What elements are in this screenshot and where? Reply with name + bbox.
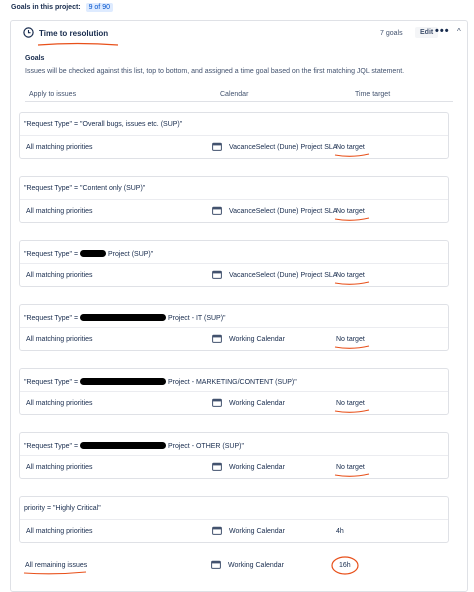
- time-target: No target: [336, 272, 365, 279]
- rule-jql: "Request Type" = "Content only (SUP)": [24, 185, 146, 192]
- calendar-icon: [212, 270, 222, 279]
- target-underline-annotation: [334, 281, 370, 285]
- more-actions-button[interactable]: •••: [435, 25, 450, 37]
- goal-rule[interactable]: priority = "Highly Critical" All matchin…: [19, 496, 449, 543]
- rule-target-row: All matching priorities Working Calendar…: [20, 519, 448, 542]
- goals-description: Issues will be checked against this list…: [25, 68, 405, 75]
- calendar-name: Working Calendar: [229, 464, 285, 471]
- calendar-name: Working Calendar: [229, 400, 285, 407]
- goal-rule[interactable]: "Request Type" = Project (SUP)" All matc…: [19, 240, 449, 287]
- rule-jql: "Request Type" = Project - IT (SUP)": [24, 314, 226, 322]
- goal-rule[interactable]: "Request Type" = "Content only (SUP)" Al…: [19, 176, 449, 223]
- rule-target-row: All matching priorities VacanceSelect (D…: [20, 135, 448, 158]
- rule-target-row: All matching priorities Working Calendar…: [20, 327, 448, 350]
- collapse-chevron-icon[interactable]: ^: [457, 27, 461, 36]
- calendar-icon: [212, 206, 222, 215]
- time-target: No target: [336, 400, 365, 407]
- calendar-name: Working Calendar: [229, 528, 285, 535]
- rule-jql: "Request Type" = Project - MARKETING/CON…: [24, 378, 297, 386]
- goal-rule[interactable]: "Request Type" = Project - IT (SUP)" All…: [19, 304, 449, 351]
- apply-to-issues: All matching priorities: [26, 464, 93, 471]
- clock-icon: [23, 27, 34, 38]
- rule-jql: "Request Type" = Project - OTHER (SUP)": [24, 442, 244, 450]
- panel-title: Time to resolution: [39, 29, 109, 38]
- project-goals-summary: Goals in this project: 9 of 90: [11, 3, 113, 12]
- rule-jql: priority = "Highly Critical": [24, 505, 101, 512]
- time-target: No target: [336, 208, 365, 215]
- apply-to-issues: All matching priorities: [26, 400, 93, 407]
- goal-rule[interactable]: "Request Type" = Project - MARKETING/CON…: [19, 368, 449, 415]
- apply-to-issues: All matching priorities: [26, 528, 93, 535]
- goals-summary-label: Goals in this project:: [11, 4, 81, 11]
- column-calendar: Calendar: [220, 91, 249, 98]
- goal-rule[interactable]: "Request Type" = Project - OTHER (SUP)" …: [19, 432, 449, 479]
- calendar-icon: [212, 526, 222, 535]
- column-time-target: Time target: [355, 91, 391, 98]
- target-underline-annotation: [334, 409, 370, 413]
- time-target: No target: [336, 144, 365, 151]
- calendar-name: VacanceSelect (Dune) Project SLA: [229, 272, 338, 279]
- rule-jql: "Request Type" = Project (SUP)": [24, 250, 154, 258]
- time-target: No target: [336, 464, 365, 471]
- time-target: 4h: [336, 528, 344, 535]
- redaction-mark: [80, 250, 107, 257]
- remaining-issues-row: All remaining issues Working Calendar 16…: [19, 554, 447, 576]
- target-circle-annotation: [331, 556, 359, 575]
- redaction-mark: [80, 442, 167, 449]
- target-underline-annotation: [334, 345, 370, 349]
- panel-header: Time to resolution 7 goals Edit ••• ^: [11, 21, 467, 46]
- time-target: No target: [336, 336, 365, 343]
- calendar-icon: [212, 334, 222, 343]
- calendar-icon: [212, 398, 222, 407]
- goals-heading: Goals: [25, 55, 45, 62]
- rule-target-row: All matching priorities VacanceSelect (D…: [20, 199, 448, 222]
- rule-target-row: All matching priorities Working Calendar…: [20, 455, 448, 478]
- column-apply-to-issues: Apply to issues: [29, 91, 77, 98]
- goal-count: 7 goals: [380, 30, 403, 37]
- title-underline-annotation: [37, 42, 119, 46]
- goal-rule[interactable]: "Request Type" = "Overall bugs, issues e…: [19, 112, 449, 159]
- apply-underline-annotation: [23, 571, 87, 575]
- apply-to-issues: All matching priorities: [26, 208, 93, 215]
- redaction-mark: [80, 314, 167, 321]
- calendar-icon: [212, 142, 222, 151]
- apply-to-issues: All matching priorities: [26, 144, 93, 151]
- calendar-name: Working Calendar: [229, 336, 285, 343]
- rule-target-row: All matching priorities Working Calendar…: [20, 391, 448, 414]
- target-underline-annotation: [334, 217, 370, 221]
- calendar-icon: [212, 462, 222, 471]
- target-underline-annotation: [334, 153, 370, 157]
- apply-to-issues: All matching priorities: [26, 272, 93, 279]
- time-to-resolution-panel: Time to resolution 7 goals Edit ••• ^ Go…: [10, 20, 468, 592]
- target-underline-annotation: [334, 473, 370, 477]
- rule-target-row: All matching priorities VacanceSelect (D…: [20, 263, 448, 286]
- calendar-name: VacanceSelect (Dune) Project SLA: [229, 144, 338, 151]
- apply-to-issues: All matching priorities: [26, 336, 93, 343]
- goals-column-headers: Apply to issues Calendar Time target: [25, 85, 453, 102]
- calendar-name: Working Calendar: [228, 562, 284, 569]
- calendar-icon: [211, 560, 221, 569]
- redaction-mark: [80, 378, 167, 385]
- rule-jql: "Request Type" = "Overall bugs, issues e…: [24, 121, 183, 128]
- apply-to-issues: All remaining issues: [25, 562, 88, 569]
- goals-count-badge: 9 of 90: [85, 3, 113, 12]
- calendar-name: VacanceSelect (Dune) Project SLA: [229, 208, 338, 215]
